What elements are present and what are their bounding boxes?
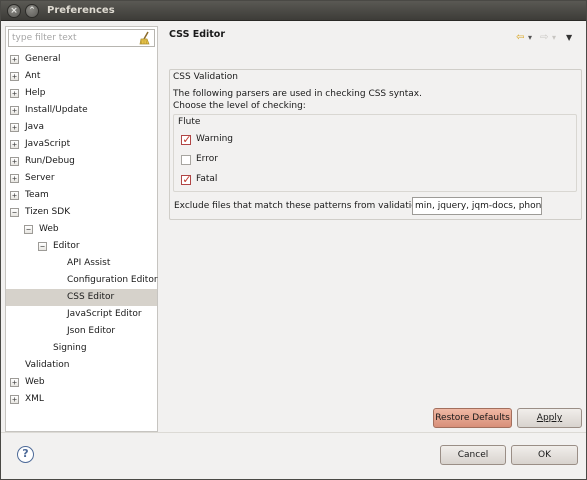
tree-item-label: CSS Editor (67, 292, 115, 302)
expand-icon[interactable]: + (10, 395, 19, 404)
filter-input[interactable] (12, 31, 134, 45)
flute-parser-group (173, 114, 577, 192)
fatal-label: Fatal (196, 174, 218, 184)
tree-item-label: XML (25, 394, 44, 404)
collapse-icon[interactable]: − (10, 208, 19, 217)
tree-item[interactable]: + Team (6, 187, 157, 204)
tree-item-label: Tizen SDK (25, 207, 71, 217)
expand-icon[interactable]: + (10, 174, 19, 183)
tree-item-label: Json Editor (67, 326, 116, 336)
error-checkbox[interactable] (181, 155, 191, 165)
clear-filter-icon[interactable] (138, 31, 152, 45)
page-title: CSS Editor (169, 29, 226, 40)
close-icon: × (10, 6, 18, 16)
minimize-icon: ⌃ (28, 6, 36, 16)
tree-item-label: Java (25, 122, 45, 132)
tree-item[interactable]: Signing (6, 340, 157, 357)
expand-icon[interactable]: + (10, 157, 19, 166)
tree-item-label: Web (25, 377, 45, 387)
forward-history-menu-icon[interactable]: ▾ (552, 32, 556, 44)
flute-parser-title: Flute (178, 117, 201, 127)
warning-checkbox[interactable] (181, 133, 192, 146)
expand-icon[interactable]: + (10, 140, 19, 149)
css-validation-group-title: CSS Validation (173, 72, 239, 82)
tree-item[interactable]: − Editor (6, 238, 157, 255)
tree-item[interactable]: + Install/Update (6, 102, 157, 119)
expand-icon[interactable]: + (10, 123, 19, 132)
back-arrow-icon[interactable]: ⇦ (516, 32, 524, 44)
tree-item-label: JavaScript Editor (67, 309, 142, 319)
minimize-window-button[interactable]: ⌃ (25, 4, 39, 18)
tree-item[interactable]: + Web (6, 374, 157, 391)
tree-item[interactable]: Configuration Editor (6, 272, 158, 289)
tree-item-label: Run/Debug (25, 156, 75, 166)
tree-item[interactable]: − Web (6, 221, 157, 238)
tree-item-label: General (25, 54, 61, 64)
tree-item-label: API Assist (67, 258, 111, 268)
tree-item-label: Team (25, 190, 49, 200)
tree-item-label: Server (25, 173, 55, 183)
error-label: Error (196, 154, 218, 164)
filter-box (8, 29, 155, 47)
tree-item[interactable]: + JavaScript (6, 136, 157, 153)
tree-item[interactable]: + Help (6, 85, 157, 102)
button-bar-separator (1, 432, 586, 433)
warning-label: Warning (196, 134, 234, 144)
expand-icon[interactable]: + (10, 72, 19, 81)
cancel-button[interactable]: Cancel (440, 445, 506, 465)
collapse-icon[interactable]: − (24, 225, 33, 234)
ok-button[interactable]: OK (511, 445, 578, 465)
tree-item-label: JavaScript (25, 139, 71, 149)
collapse-icon[interactable]: − (38, 242, 47, 251)
expand-icon[interactable]: + (10, 106, 19, 115)
tree-item[interactable]: + Java (6, 119, 157, 136)
tree-item[interactable]: + Run/Debug (6, 153, 157, 170)
preferences-window: × ⌃ Preferences + General + Ant + Help + Instal… (0, 0, 587, 480)
page-navigation: ⇦ ▾ ⇨ ▾ ▼ (516, 32, 578, 44)
preference-tree: + General + Ant + Help + Install/Update + Java + Ja… (6, 51, 158, 408)
tree-item-label: Configuration Editor (67, 275, 158, 285)
tree-item-label: Ant (25, 71, 41, 81)
restore-defaults-button[interactable]: Restore Defaults (433, 408, 512, 428)
fatal-checkbox[interactable] (181, 173, 192, 186)
tree-item-label: Web (39, 224, 59, 234)
exclude-patterns-input[interactable] (415, 199, 541, 213)
tree-item-label: Editor (53, 241, 80, 251)
window-title: Preferences (47, 5, 115, 16)
apply-button-label: Apply (536, 413, 563, 423)
tree-item[interactable]: + General (6, 51, 157, 68)
tree-item[interactable]: + Ant (6, 68, 157, 85)
expand-icon[interactable]: + (10, 378, 19, 387)
view-menu-icon[interactable]: ▼ (566, 32, 572, 44)
apply-button[interactable]: Apply (517, 408, 582, 428)
tree-item[interactable]: JavaScript Editor (6, 306, 157, 323)
tree-item-label: Signing (53, 343, 87, 353)
tree-item[interactable]: − Tizen SDK (6, 204, 157, 221)
forward-arrow-icon[interactable]: ⇨ (540, 32, 548, 44)
expand-icon[interactable]: + (10, 191, 19, 200)
tree-item[interactable]: + XML (6, 391, 157, 408)
tree-item[interactable]: Validation (6, 357, 157, 374)
tree-item[interactable]: API Assist (6, 255, 157, 272)
expand-icon[interactable]: + (10, 55, 19, 64)
expand-icon[interactable]: + (10, 89, 19, 98)
tree-item[interactable]: Json Editor (6, 323, 157, 340)
tree-item-label: Validation (25, 360, 70, 370)
tree-item-label: Help (25, 88, 46, 98)
title-bar: × ⌃ Preferences (1, 1, 586, 21)
exclude-patterns-label: Exclude files that match these patterns … (174, 201, 426, 211)
exclude-patterns-field (412, 197, 542, 215)
tree-item-label: Install/Update (25, 105, 88, 115)
tree-item[interactable]: + Server (6, 170, 157, 187)
back-history-menu-icon[interactable]: ▾ (528, 32, 532, 44)
help-icon[interactable]: ? (17, 446, 34, 463)
validation-description: The following parsers are used in checki… (173, 89, 422, 99)
validation-instruction: Choose the level of checking: (173, 101, 306, 111)
close-window-button[interactable]: × (7, 4, 21, 18)
preference-tree-panel: + General + Ant + Help + Install/Update + Java + Ja… (5, 26, 158, 432)
tree-item[interactable]: CSS Editor (6, 289, 157, 306)
